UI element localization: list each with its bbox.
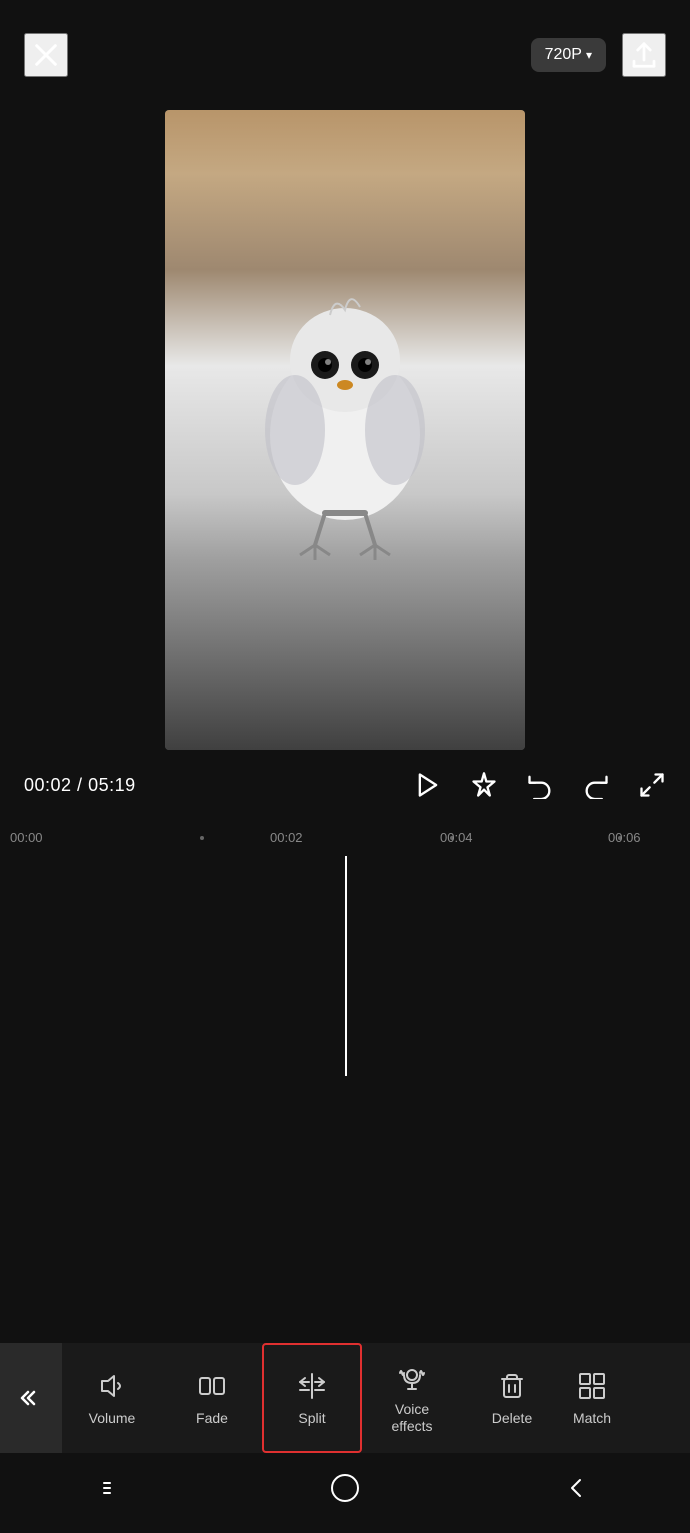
header-right: 720P ▾ xyxy=(531,33,666,77)
nav-menu-button[interactable] xyxy=(100,1474,128,1502)
toolbar-item-fade[interactable]: Fade xyxy=(162,1343,262,1453)
playhead xyxy=(345,856,347,1076)
timeline-ruler: 00:00 00:02 00:04 00:06 xyxy=(0,820,690,856)
magic-button[interactable] xyxy=(470,771,498,799)
chevron-down-icon: ▾ xyxy=(586,48,592,62)
delete-label: Delete xyxy=(492,1410,532,1427)
fullscreen-button[interactable] xyxy=(638,771,666,799)
match-label: Match xyxy=(573,1410,611,1427)
toolbar-item-delete[interactable]: Delete xyxy=(462,1343,562,1453)
ruler-label-0: 00:00 xyxy=(10,830,43,845)
export-button[interactable] xyxy=(622,33,666,77)
ruler-label-4: 00:04 xyxy=(440,830,473,845)
toolbar-item-volume[interactable]: Volume xyxy=(62,1343,162,1453)
redo-button[interactable] xyxy=(582,771,610,799)
bird-illustration xyxy=(235,265,455,565)
time-separator: / xyxy=(72,775,89,795)
quality-button[interactable]: 720P ▾ xyxy=(531,38,606,72)
play-button[interactable] xyxy=(414,771,442,799)
timecode: 00:02 / 05:19 xyxy=(24,775,136,796)
toolbar-item-match[interactable]: Match xyxy=(562,1343,622,1453)
current-time: 00:02 xyxy=(24,775,72,795)
volume-label: Volume xyxy=(89,1410,136,1427)
fade-label: Fade xyxy=(196,1410,228,1427)
nav-back-button[interactable] xyxy=(562,1474,590,1502)
fade-icon xyxy=(196,1370,228,1402)
undo-button[interactable] xyxy=(526,771,554,799)
ruler-dot-1 xyxy=(200,836,204,840)
playback-controls xyxy=(414,771,666,799)
match-icon xyxy=(576,1370,608,1402)
nav-home-button[interactable] xyxy=(328,1471,362,1505)
delete-icon xyxy=(496,1370,528,1402)
header: 720P ▾ xyxy=(0,0,690,110)
toolbar-items: Volume Fade xyxy=(62,1343,690,1453)
timeline-area[interactable]: Cover + Those Scrambled xyxy=(0,856,690,1076)
close-button[interactable] xyxy=(24,33,68,77)
voice-effects-icon xyxy=(396,1361,428,1393)
controls-bar: 00:02 / 05:19 xyxy=(0,750,690,820)
back-panel[interactable] xyxy=(0,1343,62,1453)
nav-bar xyxy=(0,1453,690,1533)
bottom-toolbar: Volume Fade xyxy=(0,1343,690,1453)
video-preview xyxy=(165,110,525,750)
split-label: Split xyxy=(298,1410,325,1427)
back-icon xyxy=(19,1386,43,1410)
quality-label: 720P xyxy=(545,46,582,64)
volume-icon xyxy=(96,1370,128,1402)
ruler-label-6: 00:06 xyxy=(608,830,641,845)
toolbar-item-voice-effects[interactable]: Voice effects xyxy=(362,1343,462,1453)
toolbar-item-split[interactable]: Split xyxy=(262,1343,362,1453)
split-icon xyxy=(296,1370,328,1402)
total-time: 05:19 xyxy=(88,775,136,795)
ruler-label-2: 00:02 xyxy=(270,830,303,845)
voice-effects-label: Voice effects xyxy=(392,1401,433,1435)
